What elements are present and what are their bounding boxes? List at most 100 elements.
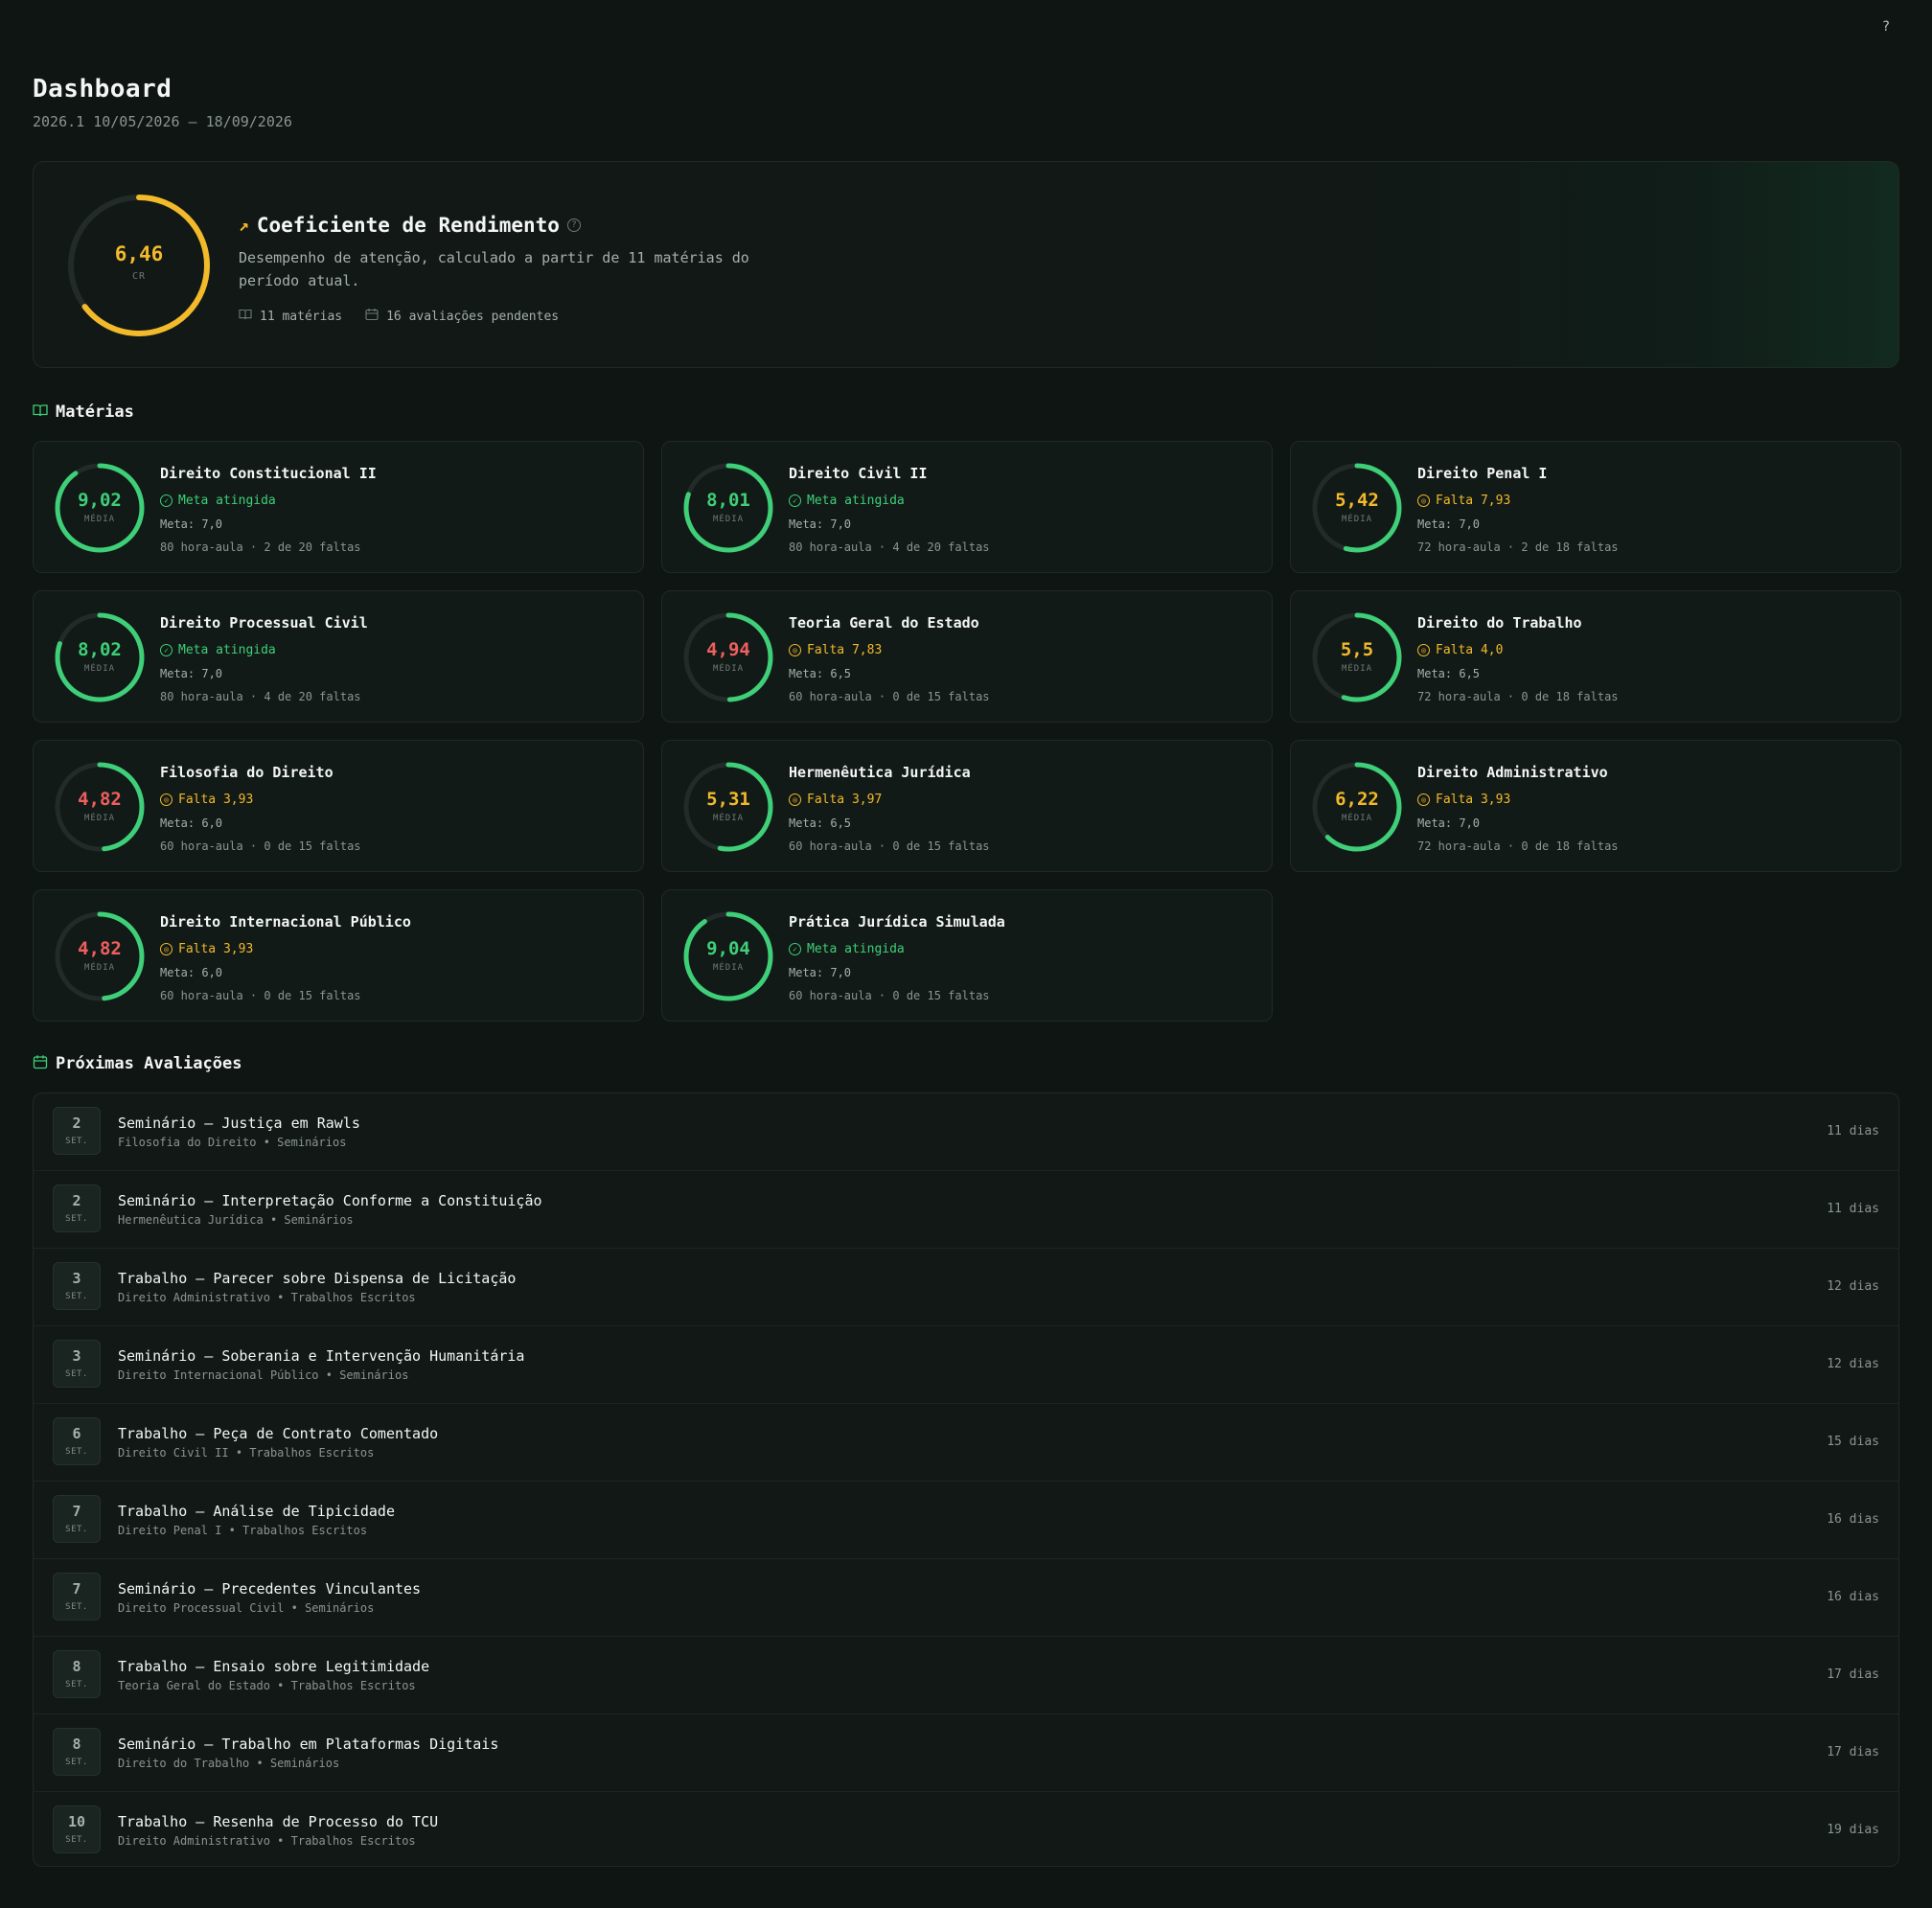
subject-info: Direito Penal I ◎ Falta 7,93 Meta: 7,0 72 ho… bbox=[1417, 465, 1887, 554]
subject-info: Direito Administrativo ◎ Falta 3,93 Meta: 7… bbox=[1417, 764, 1887, 853]
assessment-item[interactable]: 8 SET. Seminário — Trabalho em Plataformas… bbox=[34, 1714, 1898, 1792]
average-gauge: 9,04 MÉDIA bbox=[681, 909, 775, 1003]
subject-card[interactable]: 4,82 MÉDIA Direito Internacional Público ◎ F… bbox=[33, 889, 644, 1022]
assessment-item[interactable]: 7 SET. Seminário — Precedentes Vinculantes… bbox=[34, 1559, 1898, 1637]
subject-name: Teoria Geral do Estado bbox=[789, 614, 979, 632]
subject-meta: Meta: 7,0 bbox=[1417, 816, 1481, 830]
check-circle-icon: ✓ bbox=[160, 644, 172, 656]
subject-status: ✓ Meta atingida bbox=[789, 494, 1258, 508]
date-day: 8 bbox=[72, 1736, 81, 1753]
subject-hours: 60 hora-aula · 0 de 15 faltas bbox=[789, 839, 990, 853]
info-icon[interactable]: ? bbox=[566, 218, 581, 232]
average-gauge: 4,94 MÉDIA bbox=[681, 610, 775, 704]
average-value: 5,5 bbox=[1340, 639, 1374, 660]
average-value: 9,04 bbox=[706, 938, 750, 959]
assessments-list: 2 SET. Seminário — Justiça em Rawls Filosof… bbox=[33, 1092, 1899, 1867]
subject-hours: 80 hora-aula · 2 de 20 faltas bbox=[160, 540, 361, 554]
subject-meta: Meta: 7,0 bbox=[789, 517, 852, 531]
check-circle-icon: ✓ bbox=[789, 494, 801, 507]
date-badge: 10 SET. bbox=[53, 1805, 101, 1853]
average-gauge: 4,82 MÉDIA bbox=[53, 909, 147, 1003]
assessment-item[interactable]: 3 SET. Seminário — Soberania e Intervenção… bbox=[34, 1326, 1898, 1404]
subject-status: ◎ Falta 3,97 bbox=[789, 793, 1258, 807]
assessment-item[interactable]: 6 SET. Trabalho — Peça de Contrato Comenta… bbox=[34, 1404, 1898, 1482]
assessment-title: Trabalho — Ensaio sobre Legitimidade bbox=[118, 1658, 430, 1675]
subject-hours: 60 hora-aula · 0 de 15 faltas bbox=[160, 839, 361, 853]
subject-status: ◎ Falta 7,83 bbox=[789, 643, 1258, 657]
subject-meta: Meta: 7,0 bbox=[160, 517, 223, 531]
subject-status-text: Falta 3,97 bbox=[807, 793, 883, 807]
assessment-item[interactable]: 3 SET. Trabalho — Parecer sobre Dispensa d… bbox=[34, 1249, 1898, 1326]
date-day: 3 bbox=[72, 1270, 81, 1287]
subject-status: ◎ Falta 3,93 bbox=[160, 793, 630, 807]
subject-card[interactable]: 4,82 MÉDIA Filosofia do Direito ◎ Falta 3,93… bbox=[33, 740, 644, 872]
subject-card[interactable]: 5,5 MÉDIA Direito do Trabalho ◎ Falta 4,0 Met… bbox=[1290, 590, 1901, 723]
date-month: SET. bbox=[65, 1758, 88, 1767]
target-icon: ◎ bbox=[1417, 494, 1430, 507]
subject-meta: Meta: 6,0 bbox=[160, 966, 223, 979]
assessment-subtitle: Direito Internacional Público • Seminári… bbox=[118, 1368, 409, 1382]
date-day: 8 bbox=[72, 1658, 81, 1675]
cr-description: Desempenho de atenção, calculado a parti… bbox=[239, 249, 749, 289]
period-subtitle: 2026.1 10/05/2026 — 18/09/2026 bbox=[33, 113, 292, 130]
cr-card: 6,46 CR ↗ Coeficiente de Rendimento ? De… bbox=[33, 161, 1899, 368]
average-label: MÉDIA bbox=[1341, 515, 1373, 524]
average-label: MÉDIA bbox=[712, 814, 745, 823]
average-label: MÉDIA bbox=[712, 664, 745, 674]
subject-card[interactable]: 4,94 MÉDIA Teoria Geral do Estado ◎ Falta 7,… bbox=[661, 590, 1273, 723]
subject-card[interactable]: 5,31 MÉDIA Hermenêutica Jurídica ◎ Falta 3,9… bbox=[661, 740, 1273, 872]
subject-name: Direito Processual Civil bbox=[160, 614, 368, 632]
pending-count: 16 avaliações pendentes bbox=[365, 308, 559, 325]
assessment-subtitle: Direito do Trabalho • Seminários bbox=[118, 1757, 340, 1770]
target-icon: ◎ bbox=[1417, 793, 1430, 806]
subject-name: Direito Internacional Público bbox=[160, 913, 411, 931]
date-month: SET. bbox=[65, 1137, 88, 1146]
target-icon: ◎ bbox=[160, 793, 172, 806]
assessment-title: Seminário — Soberania e Intervenção Huma… bbox=[118, 1347, 525, 1365]
subject-hours: 72 hora-aula · 0 de 18 faltas bbox=[1417, 690, 1619, 703]
average-gauge: 8,02 MÉDIA bbox=[53, 610, 147, 704]
assessment-item[interactable]: 7 SET. Trabalho — Análise de Tipicidade Dir… bbox=[34, 1482, 1898, 1559]
subject-status: ✓ Meta atingida bbox=[160, 494, 630, 508]
average-value: 8,02 bbox=[78, 639, 122, 660]
assessment-subtitle: Hermenêutica Jurídica • Seminários bbox=[118, 1213, 354, 1227]
assessment-item[interactable]: 2 SET. Seminário — Justiça em Rawls Filosof… bbox=[34, 1093, 1898, 1171]
days-remaining: 16 dias bbox=[1827, 1512, 1879, 1527]
calendar-clock-icon bbox=[365, 308, 379, 325]
date-day: 2 bbox=[72, 1192, 81, 1209]
assessment-title: Trabalho — Parecer sobre Dispensa de Lic… bbox=[118, 1270, 517, 1287]
trending-up-icon: ↗ bbox=[239, 215, 249, 236]
subject-info: Direito Internacional Público ◎ Falta 3,93… bbox=[160, 913, 630, 1002]
help-button[interactable]: ? bbox=[1876, 17, 1896, 36]
assessment-item[interactable]: 2 SET. Seminário — Interpretação Conforme … bbox=[34, 1171, 1898, 1249]
subject-status: ◎ Falta 4,0 bbox=[1417, 643, 1887, 657]
date-badge: 7 SET. bbox=[53, 1573, 101, 1621]
subject-name: Direito Administrativo bbox=[1417, 764, 1608, 781]
subject-card[interactable]: 5,42 MÉDIA Direito Penal I ◎ Falta 7,93 Meta:… bbox=[1290, 441, 1901, 573]
date-month: SET. bbox=[65, 1525, 88, 1534]
cr-card-glow bbox=[1688, 162, 1898, 367]
date-day: 10 bbox=[67, 1813, 86, 1830]
subject-card[interactable]: 6,22 MÉDIA Direito Administrativo ◎ Falta 3,… bbox=[1290, 740, 1901, 872]
subject-info: Direito Civil II ✓ Meta atingida Meta: 7,0 8… bbox=[789, 465, 1258, 554]
average-label: MÉDIA bbox=[1341, 664, 1373, 674]
subject-info: Hermenêutica Jurídica ◎ Falta 3,97 Meta: 6,… bbox=[789, 764, 1258, 853]
subject-info: Direito do Trabalho ◎ Falta 4,0 Meta: 6,5 72… bbox=[1417, 614, 1887, 703]
subject-meta: Meta: 7,0 bbox=[789, 966, 852, 979]
subject-card[interactable]: 8,02 MÉDIA Direito Processual Civil ✓ Meta a… bbox=[33, 590, 644, 723]
subject-status-text: Meta atingida bbox=[178, 643, 276, 657]
date-badge: 2 SET. bbox=[53, 1184, 101, 1232]
subject-card[interactable]: 9,02 MÉDIA Direito Constitucional II ✓ Meta … bbox=[33, 441, 644, 573]
days-remaining: 16 dias bbox=[1827, 1590, 1879, 1604]
subject-card[interactable]: 8,01 MÉDIA Direito Civil II ✓ Meta atingida M… bbox=[661, 441, 1273, 573]
days-remaining: 17 dias bbox=[1827, 1745, 1879, 1759]
subject-card[interactable]: 9,04 MÉDIA Prática Jurídica Simulada ✓ Meta … bbox=[661, 889, 1273, 1022]
cr-title: Coeficiente de Rendimento bbox=[256, 214, 560, 237]
subjects-section-label: Matérias bbox=[56, 402, 134, 422]
assessment-item[interactable]: 8 SET. Trabalho — Ensaio sobre Legitimidad… bbox=[34, 1637, 1898, 1714]
assessment-item[interactable]: 10 SET. Trabalho — Resenha de Processo do … bbox=[34, 1792, 1898, 1866]
date-badge: 3 SET. bbox=[53, 1262, 101, 1310]
subject-status-text: Falta 3,93 bbox=[1436, 793, 1511, 807]
date-day: 3 bbox=[72, 1347, 81, 1365]
subject-info: Filosofia do Direito ◎ Falta 3,93 Meta: 6,0… bbox=[160, 764, 630, 853]
